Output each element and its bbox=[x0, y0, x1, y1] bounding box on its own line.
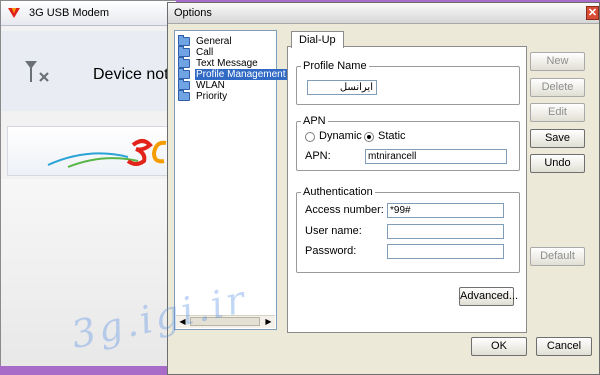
apn-dynamic-label: Dynamic bbox=[319, 130, 362, 142]
profile-name-group: Profile Name ایرانسل bbox=[296, 60, 520, 105]
tree-item-label: Text Message bbox=[196, 57, 258, 69]
3g-banner-graphic-icon bbox=[47, 139, 167, 168]
apn-field-label: APN: bbox=[305, 150, 331, 162]
options-dialog-title: Options bbox=[174, 7, 212, 19]
profile-name-field[interactable]: ایرانسل bbox=[307, 80, 377, 95]
apn-dynamic-radio[interactable] bbox=[305, 132, 315, 142]
folder-icon bbox=[178, 45, 190, 57]
username-label: User name: bbox=[305, 225, 362, 237]
modem-app-title: 3G USB Modem bbox=[29, 7, 110, 19]
apn-static-label: Static bbox=[378, 130, 406, 142]
tree-item-label: Priority bbox=[196, 90, 228, 102]
access-number-field[interactable]: *99# bbox=[387, 203, 504, 218]
tree-item-label: General bbox=[196, 35, 232, 47]
tree-item-priority[interactable]: Priority bbox=[178, 89, 228, 102]
folder-icon bbox=[178, 78, 190, 90]
dial-up-panel: Profile Name ایرانسل APN Dynamic Static … bbox=[287, 46, 527, 333]
access-number-label: Access number: bbox=[305, 204, 384, 216]
tree-item-label: WLAN bbox=[196, 79, 225, 91]
password-label: Password: bbox=[305, 245, 357, 257]
app-logo-icon bbox=[8, 8, 20, 18]
undo-button[interactable]: Undo bbox=[530, 154, 585, 173]
default-button[interactable]: Default bbox=[530, 247, 585, 266]
cancel-button[interactable]: Cancel bbox=[536, 337, 592, 356]
device-status-text: Device not f bbox=[93, 66, 178, 83]
close-icon[interactable]: ✕ bbox=[586, 6, 599, 20]
no-signal-antenna-icon bbox=[25, 61, 49, 82]
folder-icon bbox=[178, 56, 190, 68]
folder-icon bbox=[178, 67, 190, 79]
folder-icon bbox=[178, 34, 190, 46]
password-field[interactable] bbox=[387, 244, 504, 259]
authentication-legend: Authentication bbox=[301, 186, 375, 198]
edit-button[interactable]: Edit bbox=[530, 103, 585, 122]
username-field[interactable] bbox=[387, 224, 504, 239]
apn-static-radio[interactable] bbox=[364, 132, 374, 142]
save-button[interactable]: Save bbox=[530, 129, 585, 148]
profile-name-legend: Profile Name bbox=[301, 60, 369, 72]
folder-icon bbox=[178, 89, 190, 101]
tree-item-label: Profile Management bbox=[195, 68, 287, 80]
advanced-button[interactable]: Advanced... bbox=[459, 287, 518, 306]
brand-banner bbox=[7, 126, 174, 176]
new-button[interactable]: New bbox=[530, 52, 585, 71]
tree-item-label: Call bbox=[196, 46, 214, 58]
modem-app-titlebar: 3G USB Modem bbox=[1, 1, 176, 26]
apn-group: APN Dynamic Static APN: mtnirancell bbox=[296, 115, 520, 171]
scroll-right-arrow-icon[interactable]: ▶ bbox=[263, 317, 274, 327]
authentication-group: Authentication Access number: *99# User … bbox=[296, 186, 520, 273]
apn-field[interactable]: mtnirancell bbox=[365, 149, 507, 164]
delete-button[interactable]: Delete bbox=[530, 78, 585, 97]
apn-legend: APN bbox=[301, 115, 328, 127]
ok-button[interactable]: OK bbox=[471, 337, 527, 356]
tab-dial-up[interactable]: Dial-Up bbox=[291, 31, 344, 48]
options-dialog-titlebar: Options ✕ bbox=[168, 3, 599, 24]
